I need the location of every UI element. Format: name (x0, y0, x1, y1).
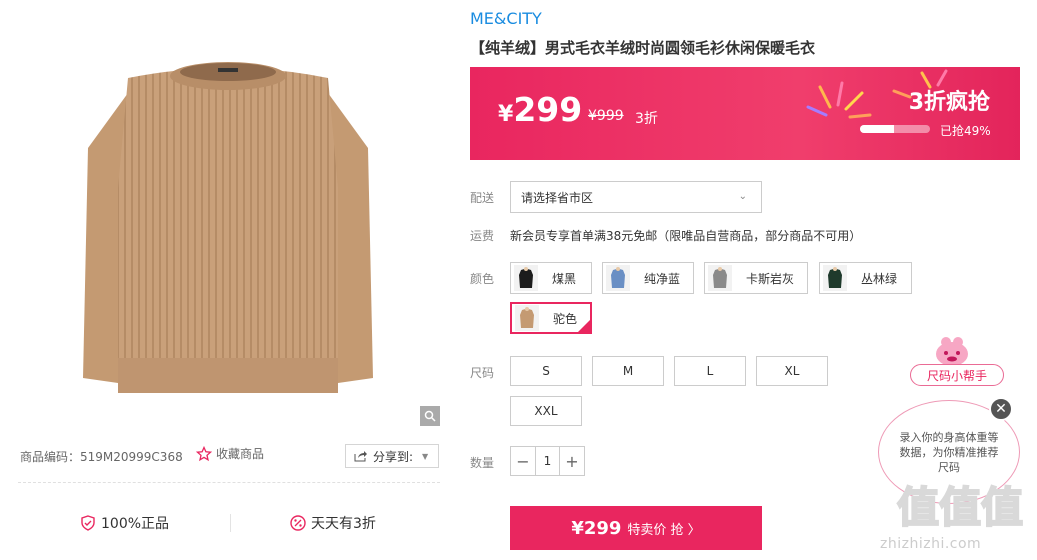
sale-price: ¥299 (498, 90, 582, 129)
color-label: 颜色 (470, 272, 495, 286)
product-title: 【纯羊绒】男式毛衣羊绒时尚圆领毛衫休闲保暖毛衣 (470, 39, 816, 57)
svg-text:值值值: 值值值 (897, 483, 1023, 532)
guarantee-authentic: 100%正品 (80, 513, 169, 533)
shipping-info: 新会员专享首单满38元免邮（限唯品自营商品，部分商品不可用） (510, 229, 862, 243)
watermark-site: zhizhizhi.com (880, 536, 982, 552)
mascot-icon[interactable] (930, 332, 974, 368)
shield-icon (81, 515, 95, 531)
shipping-label: 运费 (470, 229, 495, 243)
size-option[interactable]: XXL (510, 396, 582, 426)
star-icon (196, 445, 212, 461)
color-option-label: 丛林绿 (861, 271, 898, 286)
chevron-down-icon: ⌄ (738, 191, 747, 202)
size-option[interactable]: L (674, 356, 746, 386)
size-helper-tag[interactable]: 尺码小帮手 (910, 364, 1004, 386)
sold-progress-bar (860, 125, 930, 133)
color-option[interactable]: 驼色 (510, 302, 592, 334)
buy-label: 特卖价 抢 〉 (627, 522, 701, 538)
share-button[interactable]: 分享到: ▼ (345, 444, 439, 468)
size-option[interactable]: S (510, 356, 582, 386)
color-option-label: 煤黑 (552, 271, 577, 286)
divider (230, 514, 231, 532)
color-thumbnail (823, 265, 847, 291)
color-option[interactable]: 卡斯岩灰 (704, 262, 808, 294)
quantity-input[interactable]: 1 (535, 447, 560, 475)
discount-label: 3折 (635, 111, 658, 127)
color-option[interactable]: 煤黑 (510, 262, 592, 294)
guarantee-discount-label: 天天有3折 (311, 516, 376, 532)
product-image-area (18, 8, 440, 428)
size-label: 尺码 (470, 366, 495, 380)
guarantee-authentic-label: 100%正品 (101, 516, 170, 532)
region-select-value: 请选择省市区 (521, 190, 594, 205)
decrease-button[interactable]: − (511, 447, 535, 475)
favorite-label: 收藏商品 (216, 447, 265, 461)
guarantee-discount: 天天有3折 (290, 513, 376, 533)
color-thumbnail (708, 265, 732, 291)
region-select[interactable]: 请选择省市区 ⌄ (510, 181, 762, 213)
buy-button[interactable]: ¥299 特卖价 抢 〉 (510, 506, 762, 550)
color-option-label: 纯净蓝 (644, 271, 681, 286)
chevron-down-icon: ▼ (422, 451, 429, 461)
color-thumbnail (606, 265, 630, 291)
watermark-logo: 值值值 (896, 482, 1024, 533)
favorite-button[interactable]: 收藏商品 (196, 445, 264, 462)
increase-button[interactable]: + (560, 447, 584, 475)
percent-icon (290, 515, 306, 531)
product-sku: 商品编码：519M20999C368 (20, 450, 183, 464)
sale-price-value: 299 (513, 90, 583, 129)
size-option[interactable]: M (592, 356, 664, 386)
selected-check-icon (577, 319, 591, 333)
brand-link[interactable]: ME&CITY (470, 9, 542, 28)
quantity-label: 数量 (470, 456, 495, 470)
size-option[interactable]: XL (756, 356, 828, 386)
delivery-label: 配送 (470, 191, 495, 205)
share-icon (354, 451, 367, 462)
close-icon[interactable]: ✕ (989, 397, 1013, 421)
price-banner: ¥299 ¥999 3折 3折疯抢 已抢49% (470, 67, 1020, 160)
sold-progress-fill (860, 125, 895, 133)
color-option[interactable]: 丛林绿 (819, 262, 912, 294)
color-option-label: 驼色 (553, 311, 578, 326)
zoom-icon[interactable] (420, 406, 440, 426)
product-image (83, 62, 373, 393)
sold-percent: 已抢49% (940, 124, 991, 138)
share-label: 分享到: (373, 449, 414, 464)
original-price: ¥999 (588, 108, 624, 124)
quantity-stepper[interactable]: − 1 + (510, 446, 585, 476)
color-thumbnail (514, 265, 538, 291)
color-thumbnail (515, 305, 539, 331)
buy-price: ¥299 (571, 517, 622, 539)
currency-symbol: ¥ (498, 102, 514, 127)
color-option-label: 卡斯岩灰 (746, 271, 795, 286)
divider (18, 482, 440, 483)
flash-sale-label: 3折疯抢 (908, 90, 990, 115)
color-option[interactable]: 纯净蓝 (602, 262, 694, 294)
